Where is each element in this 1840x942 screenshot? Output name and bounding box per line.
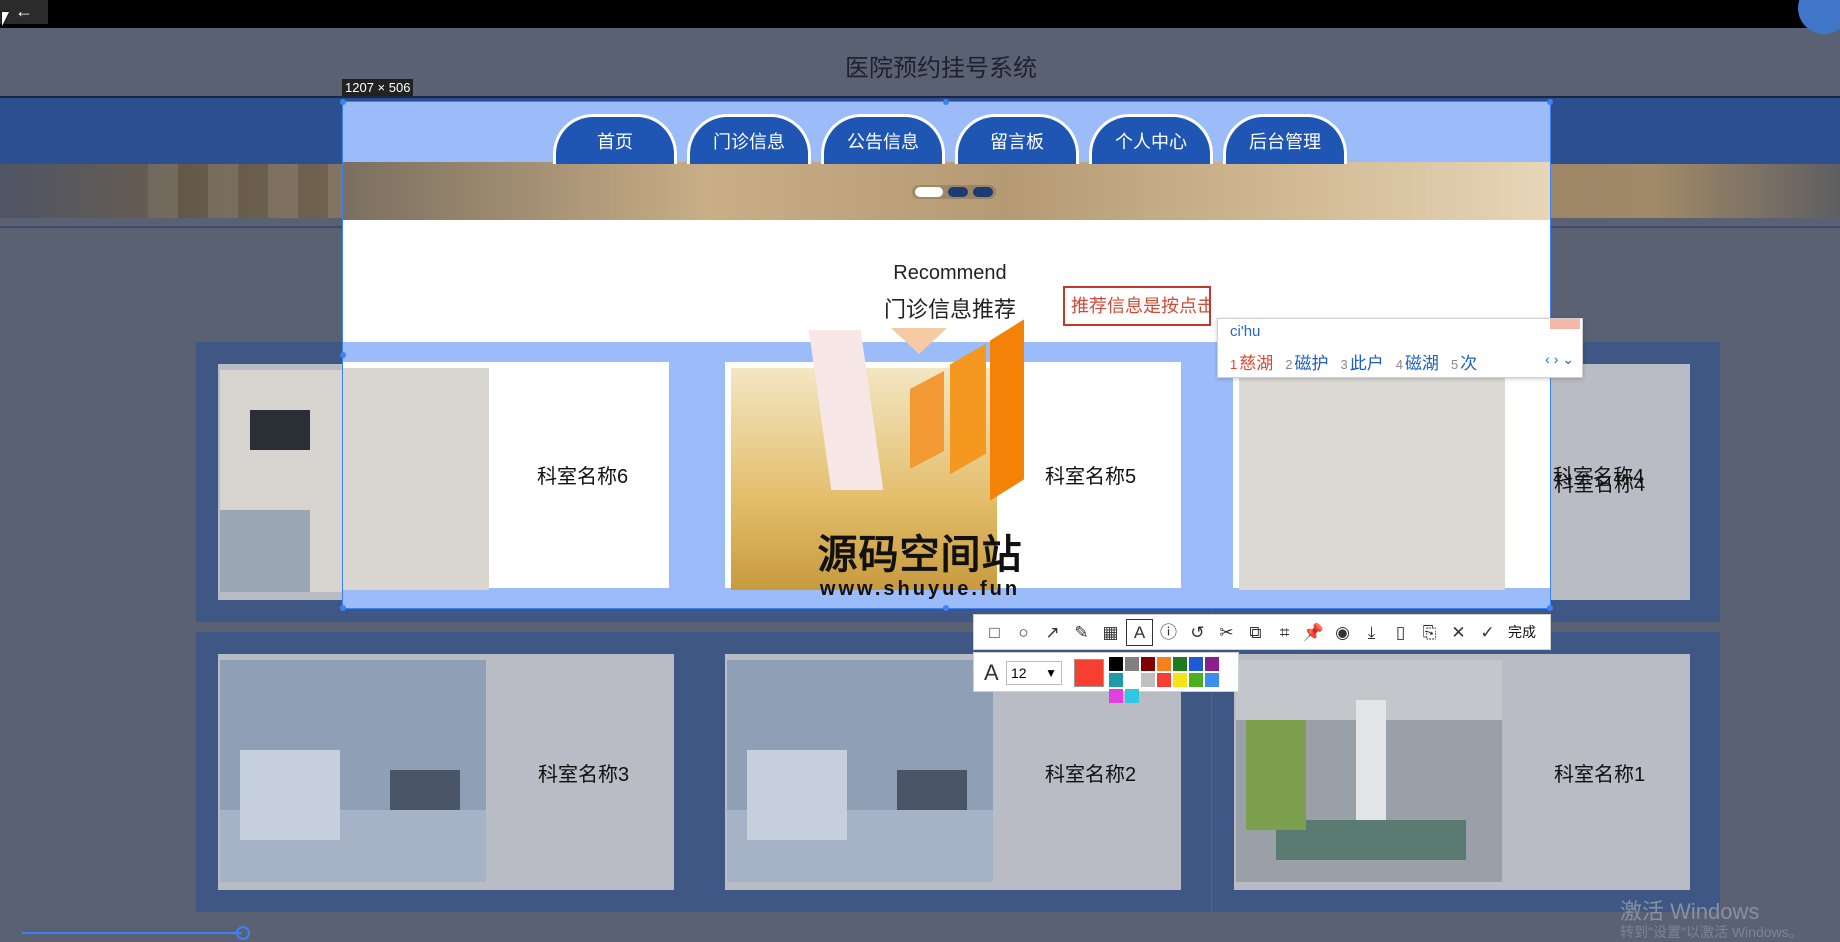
department-card[interactable]: 科室名称3 [196, 632, 704, 912]
annotation-text-input[interactable]: 推荐信息是按点击 [1063, 286, 1211, 326]
nav-tab-home[interactable]: 首页 [553, 114, 677, 164]
department-name: 科室名称2 [1045, 764, 1137, 786]
department-name: 科室名称3 [538, 764, 630, 786]
avatar[interactable] [1798, 0, 1840, 34]
ime-composition: ci'hu [1230, 323, 1261, 340]
color-swatch[interactable] [1125, 657, 1139, 671]
color-palette [1109, 657, 1233, 703]
ime-candidate-window: ci'hu 1 慈湖 2 磁护 3 此户 4 磁湖 5次 ‹ › ⌄ [1217, 318, 1583, 378]
nav-tab-admin[interactable]: 后台管理 [1223, 114, 1347, 164]
color-swatch[interactable] [1157, 673, 1171, 687]
download-icon[interactable]: ⤓ [1359, 620, 1384, 645]
nav-tab-personal-center[interactable]: 个人中心 [1089, 114, 1213, 164]
ime-candidate[interactable]: 3 此户 [1340, 349, 1383, 374]
done-button[interactable]: 完成 [1508, 622, 1536, 642]
watermark-logo: 源码空间站 www.shuyue.fun [790, 319, 1050, 610]
nav-tab-message-board[interactable]: 留言板 [955, 114, 1079, 164]
main-nav: 首页 门诊信息 公告信息 留言板 个人中心 后台管理 [553, 114, 1347, 164]
color-swatch[interactable] [1125, 689, 1139, 703]
nav-tab-outpatient[interactable]: 门诊信息 [687, 114, 811, 164]
selection-size-label: 1207 × 506 [342, 79, 414, 96]
nav-tab-notice[interactable]: 公告信息 [821, 114, 945, 164]
screenshot-toolbar: □ ○ ↗ ✎ ▦ A ⓘ ↺ ✂ ⧉ ⌗ 📌 ◉ ⤓ ▯ ⎘ ✕ ✓ 完成 [973, 614, 1551, 650]
pen-tool-icon[interactable]: ✎ [1069, 620, 1094, 645]
color-swatch[interactable] [1189, 673, 1203, 687]
color-swatch[interactable] [1189, 657, 1203, 671]
chevron-down-icon: ▼ [1045, 666, 1057, 680]
window-titlebar: ← – [0, 0, 1840, 28]
department-name: 科室名称6 [537, 466, 629, 488]
color-swatch[interactable] [1173, 657, 1187, 671]
font-icon: A [984, 660, 999, 685]
font-size-select[interactable]: 12 ▼ [1006, 661, 1062, 685]
watermark-title: 源码空间站 [817, 533, 1023, 577]
color-swatch[interactable] [1141, 657, 1155, 671]
ime-candidate[interactable]: 1 慈湖 [1230, 349, 1273, 374]
page-title: 医院预约挂号系统 [845, 55, 1037, 82]
selection-handle[interactable] [1547, 605, 1553, 611]
undo-icon[interactable]: ↺ [1185, 620, 1210, 645]
color-swatch[interactable] [1125, 673, 1139, 687]
ime-page-nav[interactable]: ‹ › ⌄ [1545, 351, 1574, 368]
arrow-left-icon: ← [15, 1, 33, 21]
department-name: 科室名称5 [1045, 466, 1137, 488]
rectangle-tool-icon[interactable]: □ [982, 620, 1007, 645]
current-color-swatch[interactable] [1074, 659, 1104, 687]
department-photo [727, 660, 993, 882]
watermark-url: www.shuyue.fun [819, 578, 1021, 600]
close-icon[interactable]: ✕ [1446, 620, 1471, 645]
department-photo [220, 660, 486, 882]
carousel-dot[interactable] [973, 187, 993, 197]
ime-candidates: 1 慈湖 2 磁护 3 此户 4 磁湖 5次 [1230, 349, 1477, 374]
selection-handle[interactable] [340, 99, 346, 105]
text-style-toolbar: A 12 ▼ [973, 652, 1239, 703]
ime-candidate[interactable]: 5次 [1451, 349, 1477, 374]
cut-icon[interactable]: ✂ [1214, 620, 1239, 645]
color-swatch[interactable] [1141, 673, 1155, 687]
progress-bar [22, 932, 242, 934]
section-title-cn: 门诊信息推荐 [883, 297, 1016, 322]
ime-candidate[interactable]: 2 磁护 [1285, 349, 1328, 374]
phone-icon[interactable]: ▯ [1388, 620, 1413, 645]
color-swatch[interactable] [1205, 673, 1219, 687]
section-title-en: Recommend [893, 262, 1007, 284]
department-name: 科室名称1 [1554, 764, 1646, 786]
color-swatch[interactable] [1109, 673, 1123, 687]
department-name: 科室名称4 [1553, 466, 1645, 488]
long-screenshot-icon[interactable]: ⌗ [1272, 620, 1297, 645]
department-photo [1236, 660, 1502, 882]
selection-handle[interactable] [1547, 99, 1553, 105]
number-tool-icon[interactable]: ⓘ [1156, 620, 1181, 645]
selection-handle[interactable] [340, 605, 346, 611]
text-tool-icon[interactable]: A [1126, 618, 1153, 646]
color-swatch[interactable] [1157, 657, 1171, 671]
progress-knob[interactable] [236, 926, 250, 940]
ocr-icon[interactable]: ⧉ [1243, 620, 1268, 645]
activate-windows-subtitle: 转到"设置"以激活 Windows。 [1620, 924, 1803, 940]
mosaic-tool-icon[interactable]: ▦ [1098, 620, 1123, 645]
selection-handle[interactable] [340, 352, 346, 358]
pin-icon[interactable]: 📌 [1301, 620, 1326, 645]
department-card[interactable]: 科室名称1 [1212, 632, 1720, 912]
carousel-dots [912, 185, 996, 199]
carousel-dot[interactable] [948, 187, 968, 197]
color-swatch[interactable] [1109, 689, 1123, 703]
carousel-dot[interactable] [915, 187, 943, 197]
selection-handle[interactable] [943, 99, 949, 105]
ime-candidate[interactable]: 4 磁湖 [1396, 349, 1439, 374]
record-icon[interactable]: ◉ [1330, 620, 1355, 645]
color-swatch[interactable] [1109, 657, 1123, 671]
ime-logo-icon [1550, 319, 1580, 329]
arrow-tool-icon[interactable]: ↗ [1040, 620, 1065, 645]
color-swatch[interactable] [1173, 673, 1187, 687]
color-swatch[interactable] [1205, 657, 1219, 671]
bookmark-icon[interactable]: ⎘ [1417, 620, 1442, 645]
ellipse-tool-icon[interactable]: ○ [1011, 620, 1036, 645]
check-icon[interactable]: ✓ [1475, 620, 1500, 645]
mouse-cursor-icon [2, 12, 9, 26]
